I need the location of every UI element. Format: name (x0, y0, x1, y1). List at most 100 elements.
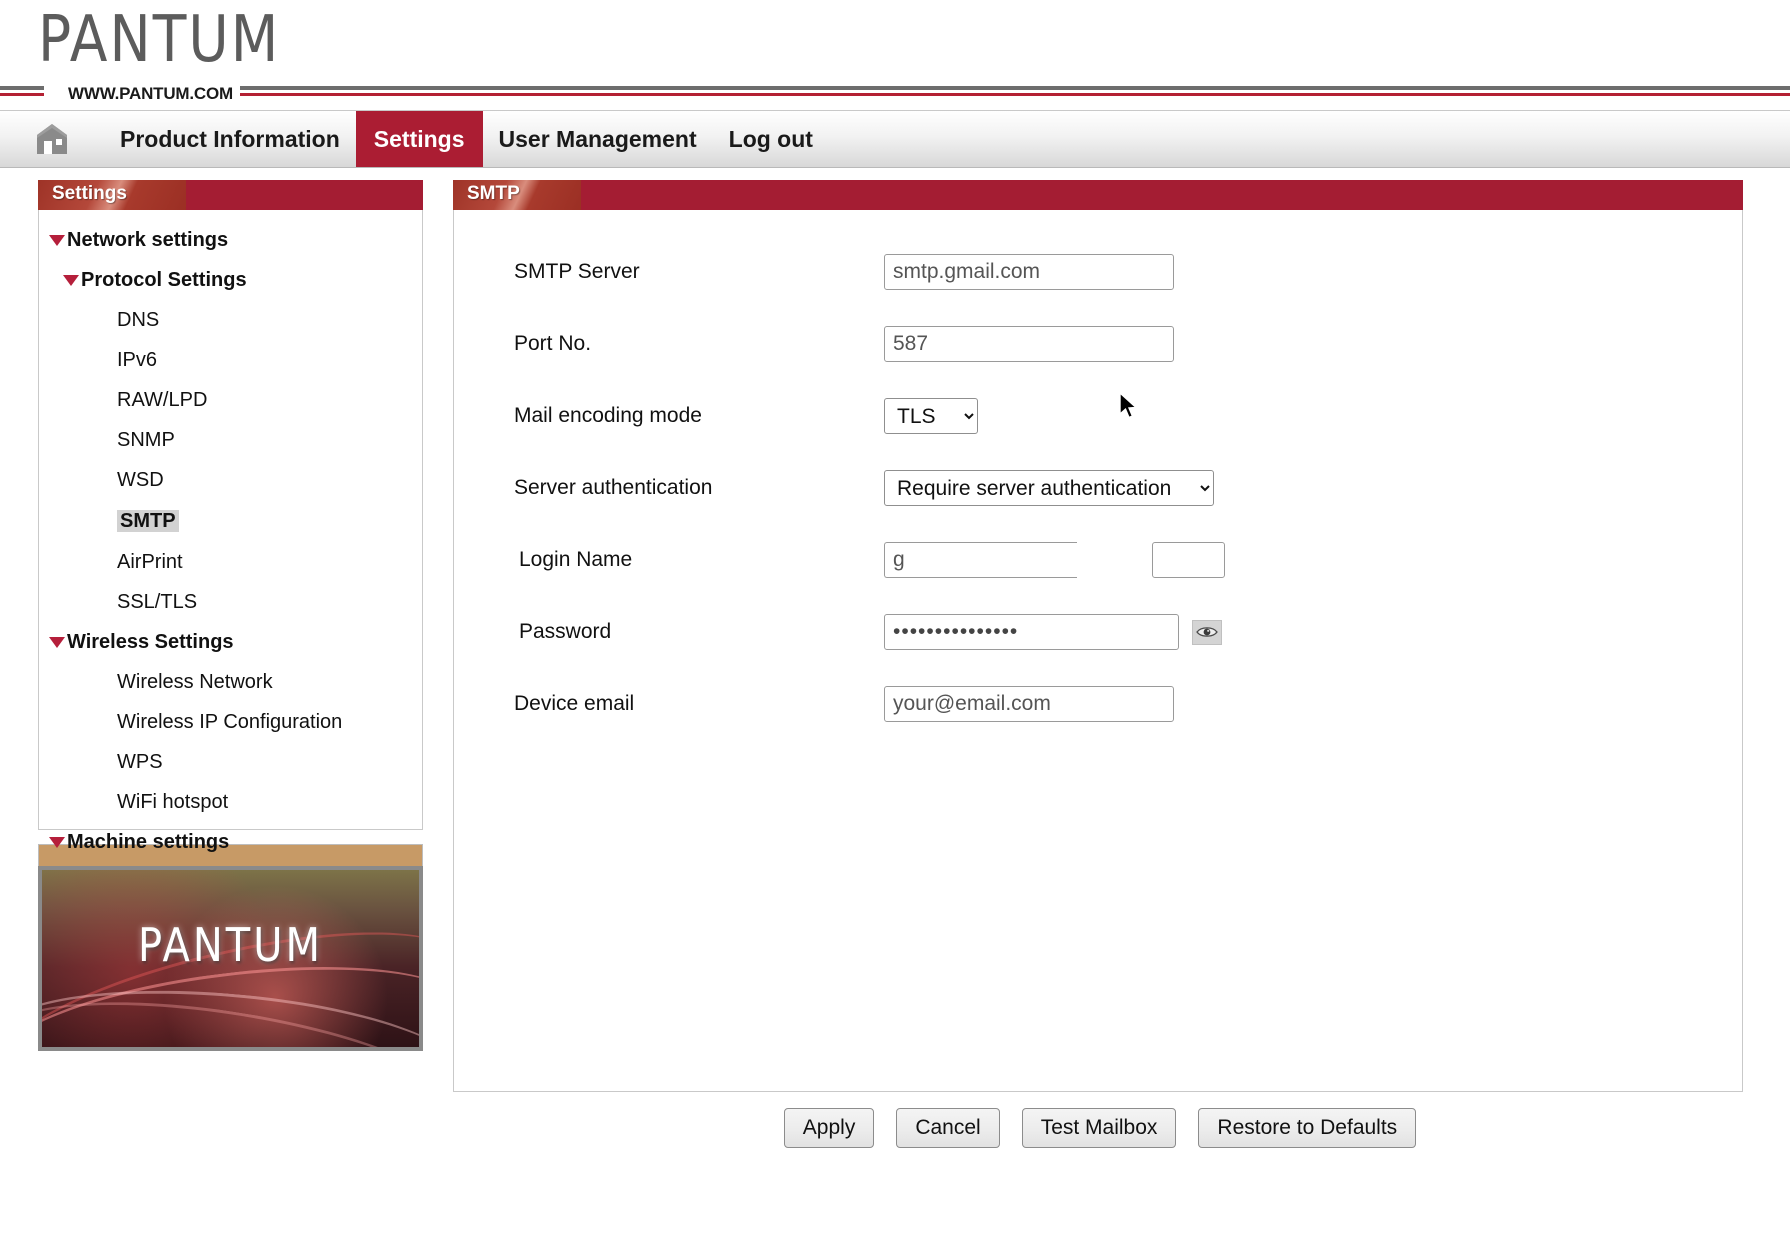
password-field (884, 614, 1222, 650)
mail-encoding-mode-label: Mail encoding mode (514, 404, 702, 427)
main-navbar: Product Information Settings User Manage… (0, 110, 1790, 168)
sidebar-title: Settings (52, 183, 127, 204)
test-mailbox-button[interactable]: Test Mailbox (1021, 1108, 1177, 1148)
device-email-input[interactable] (884, 686, 1174, 722)
cancel-button[interactable]: Cancel (896, 1108, 1000, 1148)
sidebar-item-wireless-settings[interactable]: Wireless Settings (39, 622, 422, 662)
nav-item-product-information[interactable]: Product Information (104, 111, 356, 167)
sidebar-item-label: RAW/LPD (117, 389, 208, 411)
server-authentication-label: Server authentication (514, 476, 713, 499)
sidebar-item-dns[interactable]: DNS (39, 300, 422, 340)
sidebar-item-protocol-settings[interactable]: Protocol Settings (39, 260, 422, 300)
password-visibility-toggle[interactable] (1192, 619, 1222, 645)
smtp-server-input[interactable] (884, 254, 1174, 290)
sidebar-item-label: AirPrint (117, 551, 183, 573)
form-row-server-authentication: Server authentication Require server aut… (454, 452, 1742, 524)
form-action-buttons: Apply Cancel Test Mailbox Restore to Defaul… (455, 1092, 1745, 1148)
sidebar-item-wifi-hotspot[interactable]: WiFi hotspot (39, 782, 422, 822)
sidebar-item-label: Protocol Settings (81, 269, 247, 291)
content-titlebar: SMTP (453, 180, 1743, 210)
form-row-login-name: Login Name (454, 524, 1742, 596)
server-authentication-field: Require server authentication (884, 470, 1214, 506)
sidebar-item-label: IPv6 (117, 349, 158, 371)
form-row-mail-encoding-mode: Mail encoding mode TLS (454, 380, 1742, 452)
login-name-label: Login Name (519, 548, 633, 571)
pantum-banner-image: PANTUM (38, 866, 423, 1051)
server-authentication-select[interactable]: Require server authentication (884, 470, 1214, 506)
nav-item-label: Settings (373, 125, 465, 152)
sidebar-item-label: SMTP (117, 510, 179, 532)
login-name-field (884, 542, 1225, 578)
nav-item-settings[interactable]: Settings (355, 111, 483, 167)
banner-logo-text: PANTUM (137, 919, 324, 973)
sidebar-column: Settings Network settings Protocol Settin… (0, 180, 423, 1051)
home-icon (37, 124, 67, 154)
sidebar-item-label: WiFi hotspot (117, 791, 229, 813)
port-no-label: Port No. (514, 332, 592, 355)
sidebar-item-label: Wireless Settings (67, 631, 234, 653)
mail-encoding-mode-field: TLS (884, 398, 978, 434)
port-no-field (884, 326, 1174, 362)
sidebar-titlebar: Settings (38, 180, 423, 210)
sidebar-item-label: Machine settings (67, 831, 230, 853)
sidebar-item-label: WSD (117, 469, 164, 491)
smtp-server-label: SMTP Server (514, 260, 640, 283)
brand-divider (0, 86, 1790, 108)
sidebar-item-smtp[interactable]: SMTP (39, 500, 422, 542)
caret-down-icon (49, 234, 65, 246)
apply-button[interactable]: Apply (783, 1108, 875, 1148)
sidebar-item-wireless-network[interactable]: Wireless Network (39, 662, 422, 702)
sidebar-item-label: Wireless IP Configuration (117, 711, 343, 733)
home-button[interactable] (0, 111, 104, 167)
brand-url: WWW.PANTUM.COM (62, 84, 239, 104)
page-body: Settings Network settings Protocol Settin… (0, 168, 1790, 1092)
nav-item-label: Product Information (120, 125, 340, 152)
nav-item-label: User Management (498, 125, 697, 152)
sidebar-banner: PANTUM (38, 844, 423, 1051)
sidebar-item-ssl-tls[interactable]: SSL/TLS (39, 582, 422, 622)
device-email-label: Device email (514, 692, 635, 715)
password-label: Password (519, 620, 612, 643)
sidebar-item-wsd[interactable]: WSD (39, 460, 422, 500)
caret-down-icon (63, 274, 79, 286)
eye-icon (1196, 627, 1218, 637)
content-title: SMTP (467, 183, 520, 204)
form-row-smtp-server: SMTP Server (454, 236, 1742, 308)
nav-item-log-out[interactable]: Log out (713, 111, 829, 167)
pantum-logo: PANTUM (38, 2, 281, 77)
sidebar-item-airprint[interactable]: AirPrint (39, 542, 422, 582)
login-name-input[interactable] (884, 542, 1077, 578)
smtp-form: SMTP Server Port No. Mail encoding mode … (453, 210, 1743, 1092)
port-no-input[interactable] (884, 326, 1174, 362)
brand-header: PANTUM WWW.PANTUM.COM (0, 0, 1790, 110)
sidebar-item-ipv6[interactable]: IPv6 (39, 340, 422, 380)
sidebar-item-snmp[interactable]: SNMP (39, 420, 422, 460)
password-input[interactable] (884, 614, 1179, 650)
sidebar-item-label: WPS (117, 751, 163, 773)
sidebar-item-label: Wireless Network (117, 671, 273, 693)
device-email-field (884, 686, 1174, 722)
nav-item-label: Log out (728, 125, 813, 152)
sidebar-tree: Network settings Protocol Settings DNS IPv6… (38, 210, 423, 852)
nav-item-user-management[interactable]: User Management (483, 111, 713, 167)
sidebar-item-label: SSL/TLS (117, 591, 198, 613)
sidebar-item-network-settings[interactable]: Network settings (39, 220, 422, 260)
caret-down-icon (49, 836, 65, 848)
form-row-password: Password (454, 596, 1742, 668)
sidebar-item-label: DNS (117, 309, 160, 331)
sidebar-item-label: SNMP (117, 429, 175, 451)
settings-sidebar: Settings Network settings Protocol Settin… (38, 180, 423, 852)
smtp-panel: SMTP SMTP Server Port No. Mail encoding … (453, 180, 1743, 1092)
sidebar-item-raw-lpd[interactable]: RAW/LPD (39, 380, 422, 420)
mail-encoding-mode-select[interactable]: TLS (884, 398, 978, 434)
smtp-server-field (884, 254, 1174, 290)
form-row-port-no: Port No. (454, 308, 1742, 380)
login-name-suffix-input[interactable] (1152, 542, 1225, 578)
restore-to-defaults-button[interactable]: Restore to Defaults (1198, 1108, 1417, 1148)
sidebar-item-label: Network settings (67, 229, 229, 251)
sidebar-item-wps[interactable]: WPS (39, 742, 422, 782)
login-name-spacer (1077, 542, 1152, 578)
caret-down-icon (49, 636, 65, 648)
form-row-device-email: Device email (454, 668, 1742, 740)
sidebar-item-wireless-ip-configuration[interactable]: Wireless IP Configuration (39, 702, 422, 742)
